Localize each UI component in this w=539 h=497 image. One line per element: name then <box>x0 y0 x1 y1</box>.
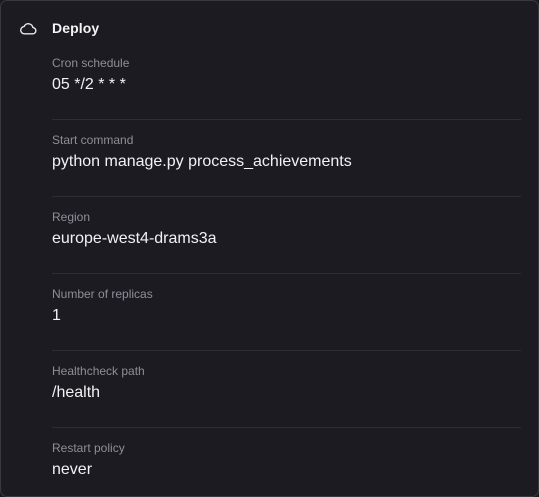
setting-label: Cron schedule <box>52 56 130 70</box>
setting-value: 05 */2 * * * <box>52 76 126 93</box>
setting-row-restart-policy[interactable]: Restart policy never <box>52 428 521 496</box>
setting-row-region[interactable]: Region europe-west4-drams3a <box>52 197 521 274</box>
setting-label: Number of replicas <box>52 287 153 301</box>
setting-value: python manage.py process_achievements <box>52 153 352 170</box>
section-header: Deploy <box>19 18 99 38</box>
setting-value: /health <box>52 384 101 401</box>
cloud-icon <box>19 20 37 36</box>
setting-label: Healthcheck path <box>52 364 145 378</box>
setting-label: Start command <box>52 133 134 147</box>
setting-row-healthcheck-path[interactable]: Healthcheck path /health <box>52 351 521 428</box>
setting-row-number-of-replicas[interactable]: Number of replicas 1 <box>52 274 521 351</box>
setting-label: Restart policy <box>52 441 125 455</box>
setting-row-start-command[interactable]: Start command python manage.py process_a… <box>52 120 521 197</box>
setting-value: europe-west4-drams3a <box>52 230 217 247</box>
deploy-settings-panel: Deploy Cron schedule 05 */2 * * * Start … <box>0 0 539 497</box>
section-title: Deploy <box>52 20 100 36</box>
setting-row-cron-schedule[interactable]: Cron schedule 05 */2 * * * <box>52 43 521 120</box>
setting-value: never <box>52 461 93 478</box>
setting-label: Region <box>52 210 91 224</box>
settings-list: Cron schedule 05 */2 * * * Start command… <box>52 43 521 496</box>
setting-value: 1 <box>52 307 61 324</box>
